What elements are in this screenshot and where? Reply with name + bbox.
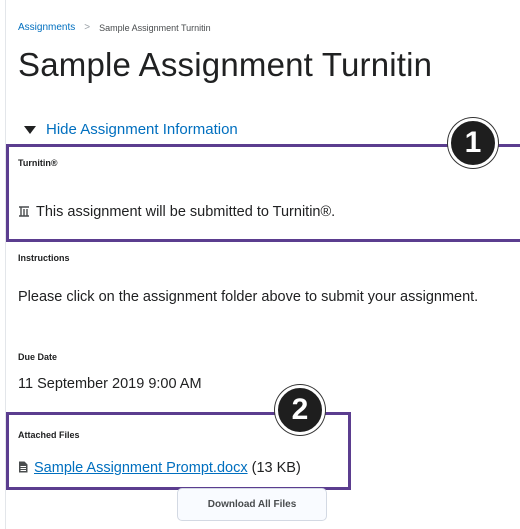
due-date-value: 11 September 2019 9:00 AM [18,376,202,392]
breadcrumb-separator: > [84,22,91,33]
document-icon [19,461,28,473]
callout-badge-1: 1 [448,118,498,168]
breadcrumb: Assignments > Sample Assignment Turnitin [18,22,211,33]
highlight-box-turnitin [6,144,520,242]
turnitin-notice: This assignment will be submitted to Tur… [18,204,335,220]
attached-file-size: (13 KB) [251,460,301,476]
turnitin-notice-text: This assignment will be submitted to Tur… [36,204,336,220]
instructions-text: Please click on the assignment folder ab… [18,289,479,305]
instructions-label: Instructions [18,253,70,263]
breadcrumb-assignments-link[interactable]: Assignments [18,22,75,33]
attached-files-label: Attached Files [18,430,80,440]
attached-file-row: Sample Assignment Prompt.docx (13 KB) [18,460,301,476]
hide-assignment-info-toggle[interactable]: Hide Assignment Information [24,121,238,138]
toggle-label: Hide Assignment Information [46,121,238,138]
due-date-label: Due Date [18,352,58,362]
callout-badge-2: 2 [275,385,325,435]
page-title: Sample Assignment Turnitin [18,46,433,83]
attached-file-link[interactable]: Sample Assignment Prompt.docx [34,460,248,476]
triangle-down-icon [24,125,36,134]
download-all-files-button[interactable]: Download All Files [177,488,327,521]
turnitin-label: Turnitin® [18,158,58,168]
breadcrumb-current: Sample Assignment Turnitin [99,22,211,33]
turnitin-icon [19,206,29,217]
